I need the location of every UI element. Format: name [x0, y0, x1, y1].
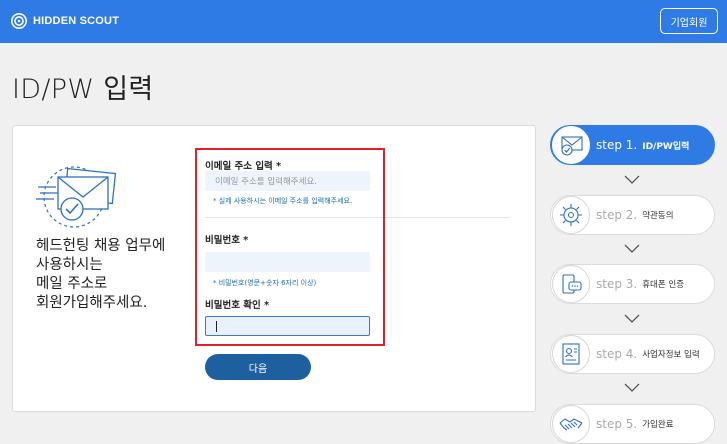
- step-icon: [552, 335, 590, 373]
- step-number: step 3.: [596, 277, 638, 291]
- step-icon: [552, 405, 590, 443]
- hidden-scout-logo-icon: [10, 12, 28, 30]
- chevron-down-icon: [624, 244, 640, 253]
- step-2-terms: step 2. 약관동의: [550, 195, 715, 235]
- promo-line: 회원가입해주세요.: [36, 295, 148, 311]
- phone-chat-icon: [562, 274, 582, 294]
- step-1-id-pw: step 1. ID/PW입력: [550, 125, 715, 165]
- logo[interactable]: HIDDEN SCOUT: [10, 12, 119, 30]
- business-id-icon: [562, 343, 580, 365]
- mail-check-illustration-icon: [36, 166, 117, 228]
- step-label: 사업자정보 입력: [642, 350, 700, 360]
- step-label: 휴대폰 인증: [642, 280, 685, 290]
- promo-line: 헤드헌팅 채용 업무에: [36, 238, 166, 254]
- chevron-down-icon: [624, 314, 640, 323]
- handshake-icon: [559, 418, 583, 431]
- gear-cog-icon: [560, 204, 582, 226]
- step-icon: [552, 196, 590, 234]
- step-label: 가입완료: [642, 420, 674, 430]
- step-icon: [552, 126, 590, 164]
- step-label: 약관동의: [642, 211, 674, 221]
- step-3-phone-auth: step 3. 휴대폰 인증: [550, 264, 715, 304]
- logo-text: HIDDEN SCOUT: [33, 15, 120, 27]
- step-5-complete: step 5. 가입완료: [550, 404, 715, 444]
- chevron-down-icon: [624, 383, 640, 392]
- step-number: step 4.: [596, 347, 638, 361]
- next-button[interactable]: 다음: [205, 354, 311, 380]
- step-icon: [552, 265, 590, 303]
- step-4-business-info: step 4. 사업자정보 입력: [550, 334, 715, 374]
- page-title: ID/PW 입력: [12, 74, 154, 105]
- signup-steps: step 1. ID/PW입력 step 2. 약관동의 step 3. 휴대폰…: [548, 0, 727, 444]
- chevron-down-icon: [624, 175, 640, 184]
- step-number: step 1.: [596, 138, 638, 152]
- step-label: ID/PW입력: [642, 141, 690, 152]
- step-number: step 5.: [596, 417, 638, 431]
- promo-line: 사용하시는: [36, 257, 103, 273]
- mail-check-icon: [561, 136, 583, 156]
- signup-promo-text: 헤드헌팅 채용 업무에 사용하시는 메일 주소로 회원가입해주세요.: [36, 237, 165, 313]
- promo-line: 메일 주소로: [36, 276, 108, 292]
- step-number: step 2.: [596, 208, 638, 222]
- form-highlight-box: [195, 148, 385, 346]
